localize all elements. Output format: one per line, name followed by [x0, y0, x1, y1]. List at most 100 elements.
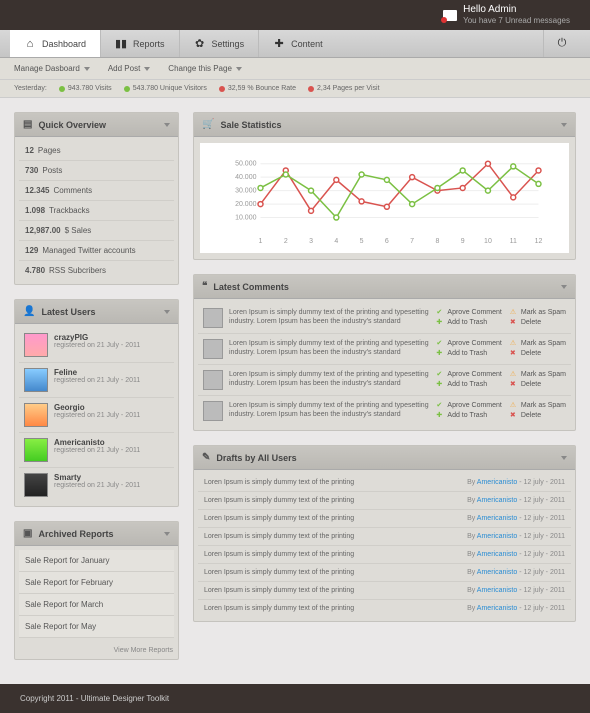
svg-text:6: 6	[385, 238, 389, 245]
subbar: Manage Dasboard Add Post Change this Pag…	[0, 58, 590, 80]
archived-row[interactable]: Sale Report for February	[19, 572, 174, 594]
basket-icon: 🛒	[202, 119, 214, 130]
overview-row[interactable]: 1.098Trackbacks	[19, 201, 174, 221]
change-page[interactable]: Change this Page	[168, 64, 242, 73]
overview-row[interactable]: 12Pages	[19, 141, 174, 161]
manage-dashboard[interactable]: Manage Dasboard	[14, 64, 90, 73]
archived-row[interactable]: Sale Report for May	[19, 616, 174, 638]
stat-item: 2,34 Pages per Visit	[308, 85, 380, 92]
draft-row[interactable]: Loren Ipsum is simply dummy text of the …	[198, 546, 571, 564]
home-icon: ⌂	[24, 38, 36, 50]
stat-item: 32,59 % Bounce Rate	[219, 85, 296, 92]
user-row[interactable]: Georgioregistered on 21 July - 2011	[19, 398, 174, 433]
user-row[interactable]: Felineregistered on 21 July - 2011	[19, 363, 174, 398]
spam-button[interactable]: ⚠Mark as Spam	[510, 339, 566, 347]
draft-row[interactable]: Loren Ipsum is simply dummy text of the …	[198, 600, 571, 617]
tab-settings[interactable]: ✿Settings	[179, 30, 259, 57]
tab-reports[interactable]: ▮▮Reports	[100, 30, 179, 57]
approve-button[interactable]: ✔Aprove Comment	[436, 401, 501, 409]
avatar	[24, 403, 48, 427]
overview-row[interactable]: 4.780RSS Subcribers	[19, 261, 174, 280]
comment-row: Loren Ipsum is simply dummy text of the …	[198, 303, 571, 334]
draft-row[interactable]: Loren Ipsum is simply dummy text of the …	[198, 528, 571, 546]
draft-row[interactable]: Loren Ipsum is simply dummy text of the …	[198, 510, 571, 528]
add-post[interactable]: Add Post	[108, 64, 150, 73]
archived-row[interactable]: Sale Report for January	[19, 550, 174, 572]
spam-button[interactable]: ⚠Mark as Spam	[510, 401, 566, 409]
card-icon: ▤	[23, 119, 32, 130]
delete-button[interactable]: ✖Delete	[510, 411, 566, 419]
panel-users: 👤Latest Users crazyPIGregistered on 21 J…	[14, 299, 179, 507]
comment-text: Loren Ipsum is simply dummy text of the …	[229, 308, 430, 326]
svg-text:40.000: 40.000	[235, 174, 257, 181]
panel-header[interactable]: ✎Drafts by All Users	[194, 446, 575, 470]
panel-header[interactable]: 👤Latest Users	[15, 300, 178, 324]
tab-content[interactable]: ✚Content	[258, 30, 337, 57]
avatar	[203, 339, 223, 359]
tab-dashboard[interactable]: ⌂Dashboard	[10, 30, 100, 57]
avatar	[203, 308, 223, 328]
avatar	[24, 368, 48, 392]
trash-button[interactable]: ✚Add to Trash	[436, 349, 501, 357]
topbar: Hello Admin You have 7 Unread messages	[0, 0, 590, 30]
trash-button[interactable]: ✚Add to Trash	[436, 318, 501, 326]
status-dot	[124, 86, 130, 92]
trash-button[interactable]: ✚Add to Trash	[436, 380, 501, 388]
svg-text:1: 1	[259, 238, 263, 245]
spam-button[interactable]: ⚠Mark as Spam	[510, 308, 566, 316]
draft-row[interactable]: Loren Ipsum is simply dummy text of the …	[198, 564, 571, 582]
panel-header[interactable]: ▤Quick Overview	[15, 113, 178, 137]
approve-button[interactable]: ✔Aprove Comment	[436, 308, 501, 316]
avatar	[24, 333, 48, 357]
comments-icon: ❝	[202, 281, 207, 292]
user-row[interactable]: Americanistoregistered on 21 July - 2011	[19, 433, 174, 468]
comment-row: Loren Ipsum is simply dummy text of the …	[198, 334, 571, 365]
comment-row: Loren Ipsum is simply dummy text of the …	[198, 365, 571, 396]
draft-row[interactable]: Loren Ipsum is simply dummy text of the …	[198, 492, 571, 510]
archived-row[interactable]: Sale Report for March	[19, 594, 174, 616]
delete-button[interactable]: ✖Delete	[510, 349, 566, 357]
delete-button[interactable]: ✖Delete	[510, 318, 566, 326]
svg-text:3: 3	[309, 238, 313, 245]
draft-row[interactable]: Loren Ipsum is simply dummy text of the …	[198, 582, 571, 600]
overview-row[interactable]: 12,987.00$ Sales	[19, 221, 174, 241]
svg-text:10.000: 10.000	[235, 215, 257, 222]
archive-icon: ▣	[23, 528, 32, 539]
approve-button[interactable]: ✔Aprove Comment	[436, 370, 501, 378]
draft-row[interactable]: Loren Ipsum is simply dummy text of the …	[198, 474, 571, 492]
chevron-down-icon	[164, 532, 170, 536]
approve-button[interactable]: ✔Aprove Comment	[436, 339, 501, 347]
envelope-icon[interactable]	[443, 10, 457, 21]
overview-row[interactable]: 12.345Comments	[19, 181, 174, 201]
view-more-link[interactable]: View More Reports	[15, 642, 178, 659]
power-icon: ⏻	[556, 38, 568, 50]
chevron-down-icon	[561, 456, 567, 460]
panel-salestats: 🛒Sale Statistics 10.00020.00030.00040.00…	[193, 112, 576, 260]
spam-button[interactable]: ⚠Mark as Spam	[510, 370, 566, 378]
stat-item: 543.780 Unique Visitors	[124, 85, 207, 92]
svg-text:8: 8	[435, 238, 439, 245]
user-row[interactable]: crazyPIGregistered on 21 July - 2011	[19, 328, 174, 363]
power-button[interactable]: ⏻	[543, 30, 580, 57]
chevron-down-icon	[561, 123, 567, 127]
panel-archived: ▣Archived Reports Sale Report for Januar…	[14, 521, 179, 660]
unread-text[interactable]: You have 7 Unread messages	[463, 16, 570, 26]
chevron-down-icon	[164, 123, 170, 127]
panel-header[interactable]: ❝Latest Comments	[194, 275, 575, 299]
overview-row[interactable]: 730Posts	[19, 161, 174, 181]
drafts-icon: ✎	[202, 452, 210, 463]
delete-button[interactable]: ✖Delete	[510, 380, 566, 388]
bars-icon: ▮▮	[115, 38, 127, 50]
chevron-down-icon	[164, 310, 170, 314]
panel-header[interactable]: 🛒Sale Statistics	[194, 113, 575, 137]
user-row[interactable]: Smartyregistered on 21 July - 2011	[19, 468, 174, 502]
plus-icon: ✚	[273, 38, 285, 50]
svg-text:30.000: 30.000	[235, 188, 257, 195]
trash-button[interactable]: ✚Add to Trash	[436, 411, 501, 419]
svg-text:11: 11	[510, 238, 517, 245]
panel-header[interactable]: ▣Archived Reports	[15, 522, 178, 546]
comment-row: Loren Ipsum is simply dummy text of the …	[198, 396, 571, 426]
panel-comments: ❝Latest Comments Loren Ipsum is simply d…	[193, 274, 576, 431]
comment-text: Loren Ipsum is simply dummy text of the …	[229, 370, 430, 388]
overview-row[interactable]: 129Managed Twitter accounts	[19, 241, 174, 261]
